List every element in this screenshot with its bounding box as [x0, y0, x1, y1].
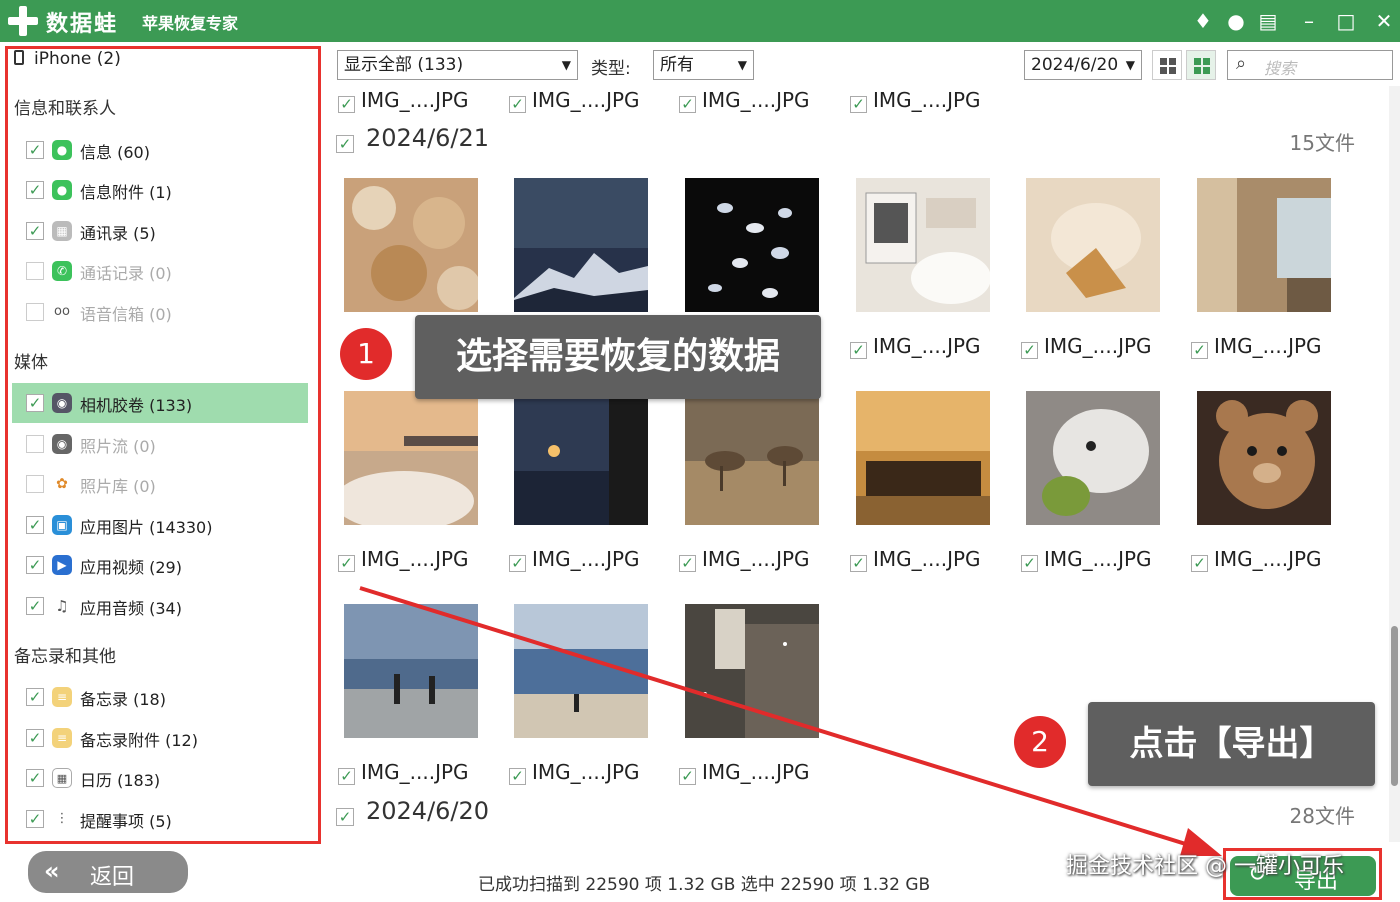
back-button[interactable]: « 返回 — [28, 851, 188, 893]
step-2-callout: 点击【导出】 — [1088, 702, 1375, 786]
double-chevron-left-icon: « — [44, 857, 60, 885]
scan-status: 已成功扫描到 22590 项 1.32 GB 选中 22590 项 1.32 G… — [478, 875, 931, 895]
step-2-badge: 2 — [1014, 716, 1066, 768]
back-label: 返回 — [90, 865, 135, 890]
step-1-callout: 选择需要恢复的数据 — [415, 315, 821, 399]
watermark: 掘金技术社区 @ 一罐小可乐 — [1066, 854, 1344, 879]
step-1-badge: 1 — [340, 328, 392, 380]
